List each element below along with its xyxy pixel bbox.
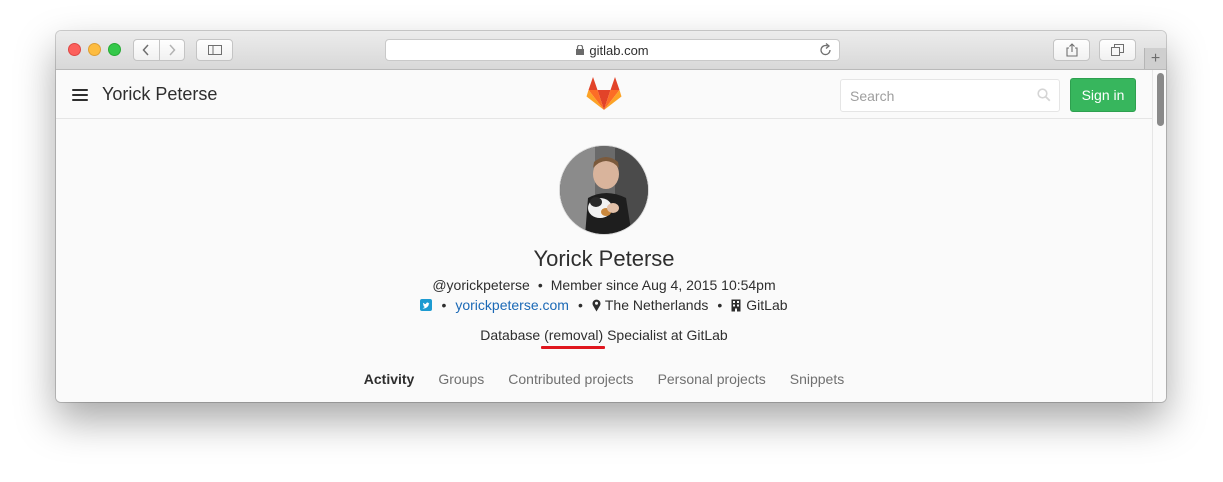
member-since: Member since Aug 4, 2015 10:54pm: [550, 277, 776, 293]
profile-meta: @yorickpeterse • Member since Aug 4, 2015 …: [56, 277, 1152, 293]
profile-photo: [560, 146, 648, 234]
avatar: [559, 145, 649, 235]
map-marker-icon: [592, 299, 601, 311]
profile-tabs: Activity Groups Contributed projects Per…: [56, 371, 1152, 387]
separator-dot: •: [717, 297, 723, 313]
tab-contributed-projects[interactable]: Contributed projects: [508, 371, 633, 387]
search-input[interactable]: [840, 79, 1060, 112]
twitter-icon[interactable]: [420, 299, 433, 311]
scrollbar[interactable]: [1152, 70, 1166, 402]
search-icon: [1037, 88, 1051, 102]
chevron-right-icon: [169, 44, 176, 56]
url-text: gitlab.com: [589, 42, 649, 58]
browser-window: gitlab.com + Yorick Peterse Search Sign …: [56, 31, 1166, 402]
chevron-left-icon: [142, 44, 149, 56]
sign-in-button[interactable]: Sign in: [1070, 78, 1136, 112]
website-link[interactable]: yorickpeterse.com: [455, 297, 569, 313]
tabs-icon: [1111, 44, 1124, 56]
share-button[interactable]: [1053, 39, 1090, 61]
location-text: The Netherlands: [604, 297, 709, 313]
separator-dot: •: [577, 297, 583, 313]
menu-icon[interactable]: [72, 89, 88, 101]
minimize-window-button[interactable]: [88, 43, 101, 56]
separator-dot: •: [441, 297, 447, 313]
sidebar-toggle-button[interactable]: [196, 39, 233, 61]
zoom-window-button[interactable]: [108, 43, 121, 56]
tab-overview-button[interactable]: [1099, 39, 1136, 61]
profile-bio: Database (removal) Specialist at GitLab: [480, 327, 728, 343]
close-window-button[interactable]: [68, 43, 81, 56]
plus-icon: +: [1150, 49, 1161, 67]
profile-name: Yorick Peterse: [533, 246, 675, 271]
tab-snippets[interactable]: Snippets: [790, 371, 844, 387]
tab-groups[interactable]: Groups: [438, 371, 484, 387]
share-icon: [1065, 43, 1078, 57]
organization-info: GitLab: [731, 297, 788, 313]
site-title[interactable]: Yorick Peterse: [102, 84, 217, 105]
scrollbar-thumb[interactable]: [1157, 73, 1164, 126]
page-content: Yorick Peterse Sign in: [56, 70, 1152, 402]
sidebar-icon: [207, 45, 222, 55]
site-header: Yorick Peterse Sign in: [56, 70, 1152, 119]
tab-personal-projects[interactable]: Personal projects: [658, 371, 766, 387]
history-navigation: [133, 39, 185, 61]
back-button[interactable]: [134, 40, 159, 60]
lock-icon: [576, 45, 585, 55]
new-tab-button[interactable]: +: [1144, 48, 1166, 69]
profile-username: @yorickpeterse: [432, 277, 530, 293]
profile-links: • yorickpeterse.com • The Netherlands • …: [56, 297, 1152, 313]
building-icon: [731, 299, 741, 311]
gitlab-logo-icon[interactable]: [586, 77, 622, 111]
forward-button[interactable]: [158, 40, 185, 60]
annotation-underline: [541, 346, 605, 349]
separator-dot: •: [537, 277, 543, 293]
location-info: The Netherlands: [592, 297, 709, 313]
tab-activity[interactable]: Activity: [364, 371, 415, 387]
browser-toolbar: gitlab.com +: [56, 31, 1166, 70]
organization-text: GitLab: [746, 297, 788, 313]
reload-icon[interactable]: [819, 42, 833, 58]
address-bar[interactable]: gitlab.com: [385, 39, 840, 61]
